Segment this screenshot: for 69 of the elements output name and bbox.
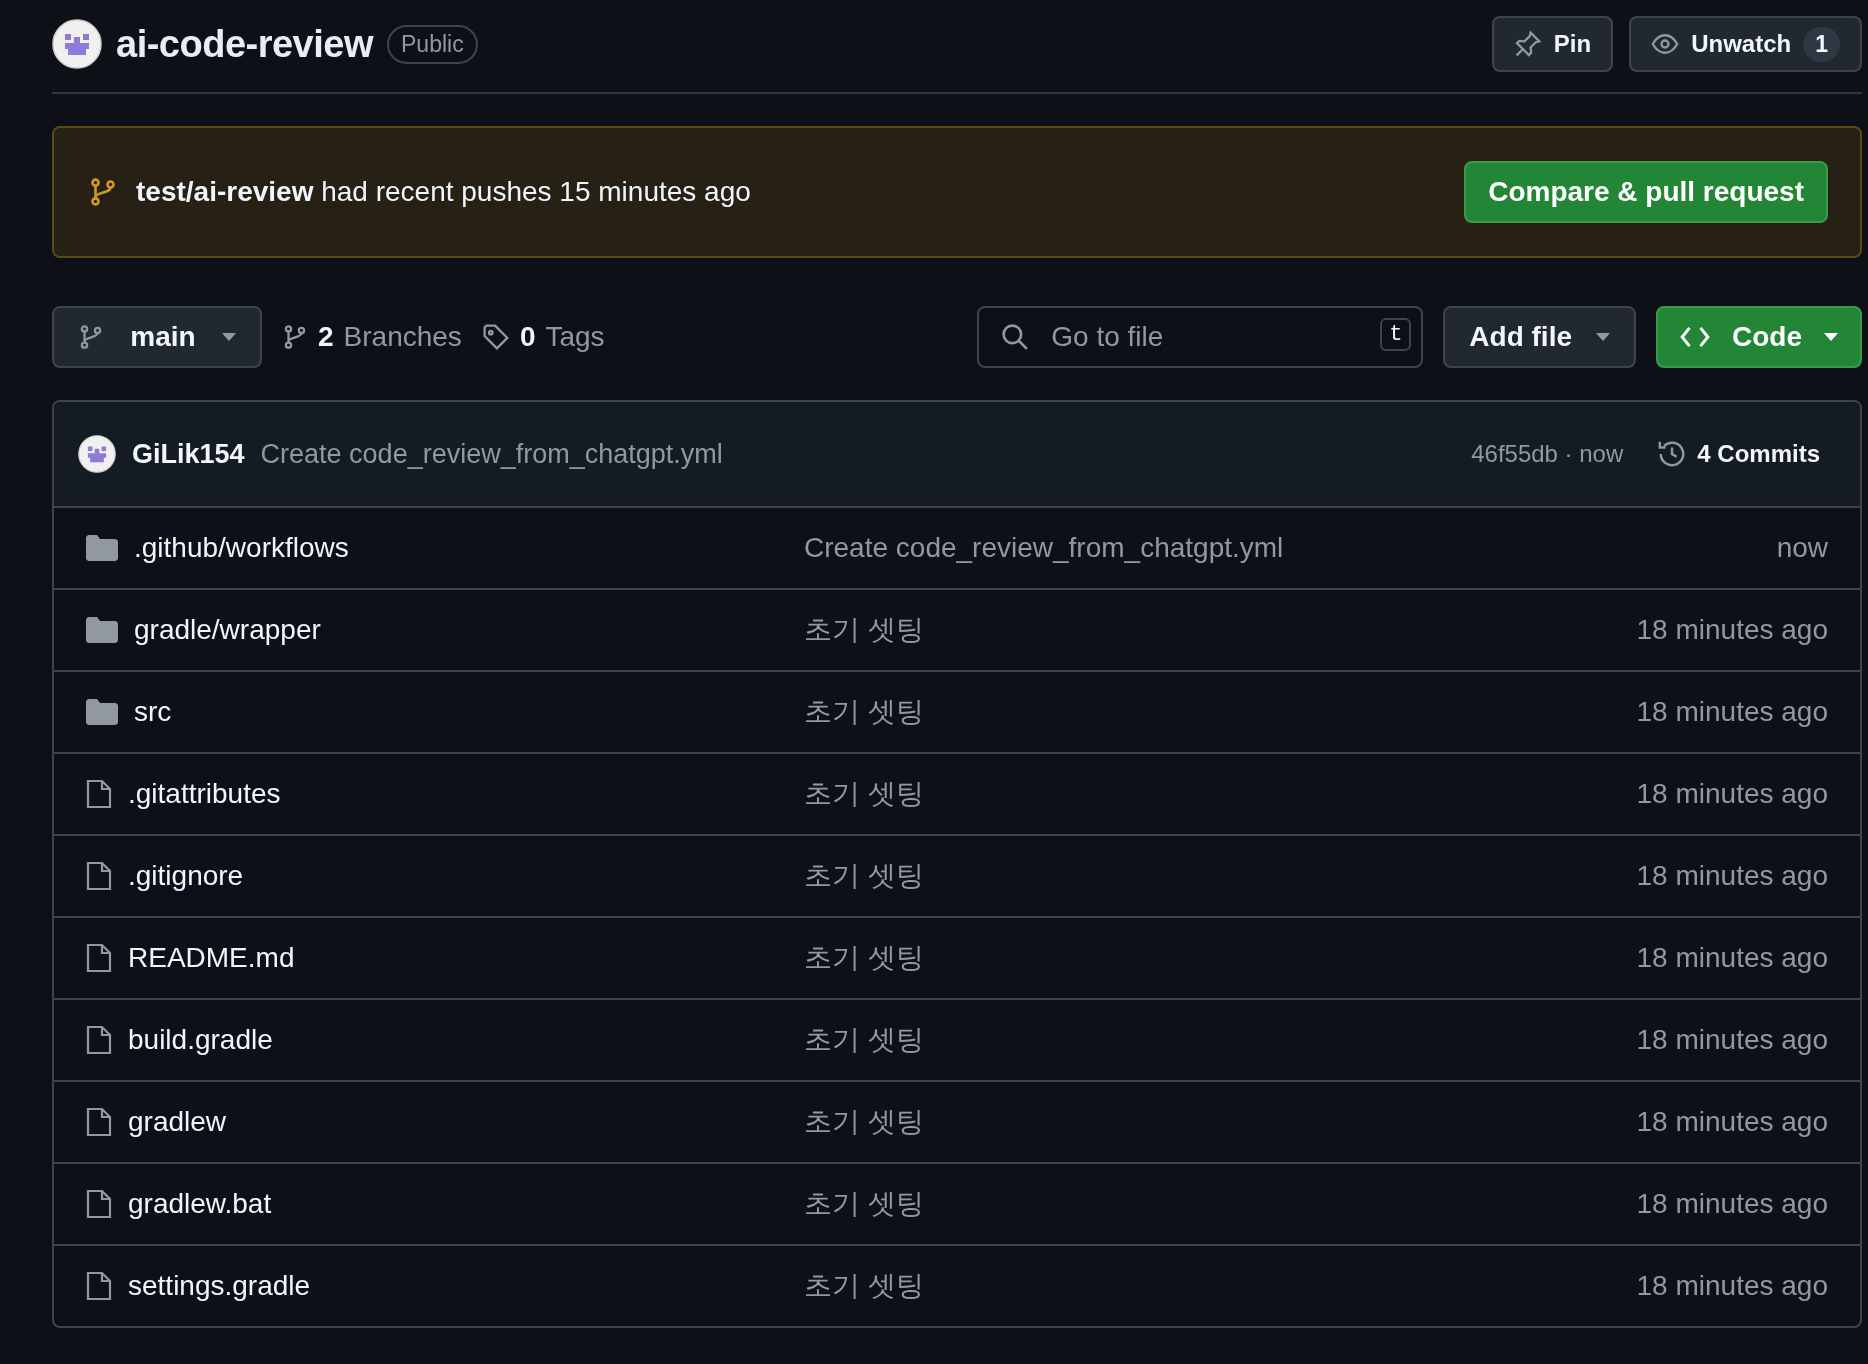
commit-time: 18 minutes ago xyxy=(1636,778,1828,810)
commit-time: 18 minutes ago xyxy=(1636,1106,1828,1138)
file-name[interactable]: README.md xyxy=(128,942,295,974)
commits-link[interactable]: 4 Commits xyxy=(1657,439,1820,469)
folder-icon xyxy=(86,617,118,643)
branch-selector[interactable]: main xyxy=(52,306,262,368)
branch-icon xyxy=(282,324,308,350)
branch-icon xyxy=(78,324,104,350)
pin-button[interactable]: Pin xyxy=(1491,16,1614,72)
file-name[interactable]: .gitignore xyxy=(128,860,244,892)
visibility-label: Public xyxy=(387,24,478,64)
caret-icon xyxy=(222,333,236,341)
file-icon xyxy=(86,778,112,810)
file-icon xyxy=(86,1188,112,1220)
file-icon xyxy=(86,1270,112,1302)
avatar-icon xyxy=(78,435,116,473)
file-name[interactable]: gradlew.bat xyxy=(128,1188,272,1220)
caret-icon xyxy=(1824,333,1838,341)
commit-message[interactable]: 초기 셋팅 xyxy=(804,1106,924,1137)
file-name[interactable]: gradlew xyxy=(128,1106,227,1138)
branch-icon xyxy=(88,177,118,207)
file-icon xyxy=(86,860,112,892)
commit-message[interactable]: Create code_review_from_chatgpt.yml xyxy=(804,532,1284,563)
file-name[interactable]: .gitattributes xyxy=(128,778,281,810)
tags-link[interactable]: 0 Tags xyxy=(481,321,605,353)
code-button[interactable]: Code xyxy=(1656,306,1862,368)
file-name[interactable]: settings.gradle xyxy=(128,1270,311,1302)
compare-pull-request-button[interactable]: Compare & pull request xyxy=(1464,161,1828,223)
file-name[interactable]: .github/workflows xyxy=(134,532,349,564)
file-icon xyxy=(86,942,112,974)
commit-time: 18 minutes ago xyxy=(1636,1024,1828,1056)
file-icon xyxy=(86,1106,112,1138)
folder-icon xyxy=(86,699,118,725)
search-icon xyxy=(1001,323,1030,351)
commit-message[interactable]: 초기 셋팅 xyxy=(804,778,924,809)
recent-push-text: test/ai-review had recent pushes 15 minutes ago xyxy=(136,176,751,208)
commit-message[interactable]: 초기 셋팅 xyxy=(804,1188,924,1219)
commit-author[interactable]: GiLik154 xyxy=(132,438,245,470)
pin-icon xyxy=(1513,30,1542,58)
shortcut-key: t xyxy=(1380,318,1412,351)
repo-name[interactable]: ai-code-review xyxy=(116,22,373,66)
commit-message[interactable]: Create code_review_from_chatgpt.yml xyxy=(260,438,723,470)
commit-message[interactable]: 초기 셋팅 xyxy=(804,614,924,645)
file-name[interactable]: gradle/wrapper xyxy=(134,614,321,646)
commit-time: 18 minutes ago xyxy=(1636,942,1828,974)
file-icon xyxy=(86,1024,112,1056)
unwatch-button[interactable]: Unwatch 1 xyxy=(1629,16,1862,72)
watcher-count: 1 xyxy=(1803,26,1840,62)
commit-time: 18 minutes ago xyxy=(1636,1270,1828,1302)
commit-message[interactable]: 초기 셋팅 xyxy=(804,1024,924,1055)
commit-message[interactable]: 초기 셋팅 xyxy=(804,942,924,973)
commit-time: 18 minutes ago xyxy=(1636,860,1828,892)
caret-icon xyxy=(1596,333,1610,341)
commit-sha[interactable]: 46f55db · now xyxy=(1471,440,1624,468)
tag-icon xyxy=(481,323,510,351)
file-name[interactable]: build.gradle xyxy=(128,1024,273,1056)
add-file-button[interactable]: Add file xyxy=(1443,306,1636,368)
folder-icon xyxy=(86,535,118,561)
commit-time: now xyxy=(1776,532,1828,564)
code-icon xyxy=(1680,326,1710,348)
commit-message[interactable]: 초기 셋팅 xyxy=(804,696,924,727)
commit-time: 18 minutes ago xyxy=(1636,696,1828,728)
commit-message[interactable]: 초기 셋팅 xyxy=(804,1270,924,1301)
file-name[interactable]: src xyxy=(134,696,172,728)
avatar-icon xyxy=(52,19,102,69)
commit-time: 18 minutes ago xyxy=(1636,1188,1828,1220)
commit-message[interactable]: 초기 셋팅 xyxy=(804,860,924,891)
branches-link[interactable]: 2 Branches xyxy=(282,321,462,353)
commit-time: 18 minutes ago xyxy=(1636,614,1828,646)
